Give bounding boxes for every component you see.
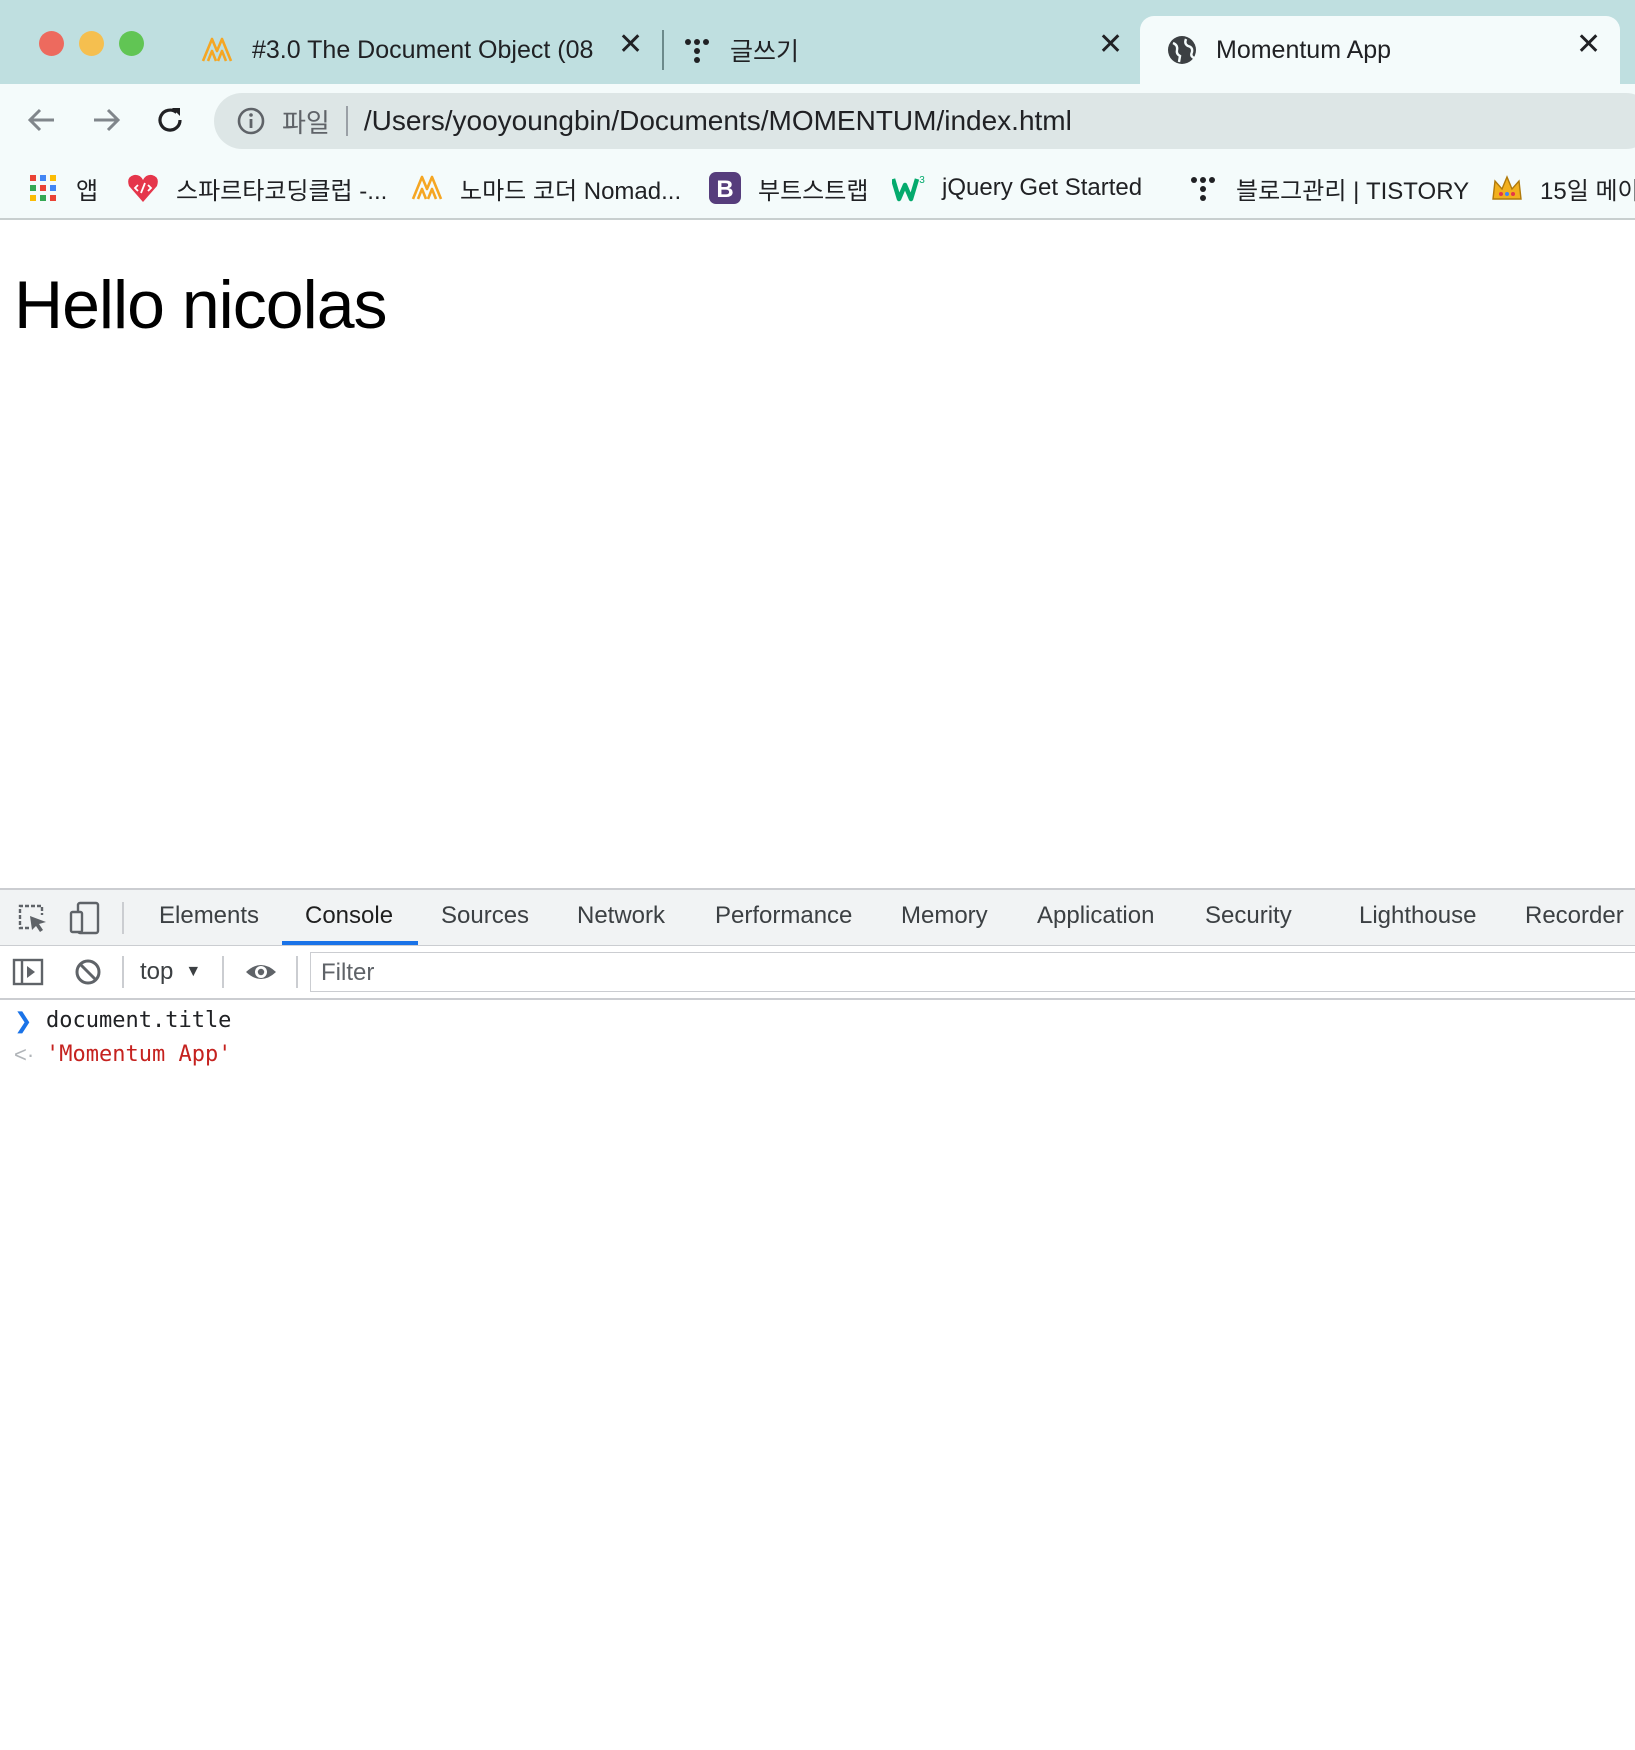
console-filter-input[interactable]: Filter [310, 952, 1635, 992]
console-prompt-icon: ❯ [14, 1008, 33, 1033]
svg-text:B: B [716, 176, 733, 203]
context-selector[interactable]: top ▼ [140, 956, 201, 988]
bootstrap-icon: B [708, 171, 742, 205]
w3schools-icon: 3 [892, 171, 926, 205]
tab-momentum-app[interactable]: Momentum App ✕ [1140, 16, 1620, 84]
toolbar-divider [122, 902, 124, 934]
inspect-element-icon[interactable] [16, 902, 48, 934]
tab-close-icon[interactable]: ✕ [1098, 30, 1123, 60]
window-minimize-button[interactable] [79, 31, 104, 56]
bookmark-label: 앱 [76, 177, 99, 205]
tistory-dots-icon [1186, 171, 1220, 205]
tab-close-icon[interactable]: ✕ [1576, 30, 1601, 60]
console-output-line: 'Momentum App' [46, 1042, 232, 1067]
devtools-tab-bar: Elements Console Sources Network Perform… [0, 890, 1635, 946]
bookmark-bootstrap[interactable]: B 부트스트랩 [708, 168, 868, 208]
bookmark-apps[interactable]: 앱 [26, 168, 98, 208]
bookmark-label: 노마드 코더 Nomad... [460, 177, 682, 205]
toolbar-divider [296, 956, 298, 988]
tab-write[interactable]: 글쓰기 ✕ [680, 16, 1130, 84]
bookmarks-bar: 앱 스파르타코딩클럽 -... 노마드 코더 Nomad... B 부트스트랩 … [0, 156, 1635, 220]
devtools-tab-recorder[interactable]: Recorder [1525, 902, 1624, 930]
device-toolbar-icon[interactable] [68, 900, 102, 936]
bookmark-event[interactable]: 15일 메이 [1490, 168, 1635, 208]
reload-button[interactable] [148, 98, 192, 142]
reload-icon [158, 108, 182, 132]
bookmark-label: 15일 메이 [1540, 177, 1635, 205]
arrow-right-icon [94, 108, 121, 132]
browser-toolbar: 파일 /Users/yooyoungbin/Documents/MOMENTUM… [0, 84, 1635, 156]
bookmark-label: 블로그관리 | TISTORY [1236, 177, 1470, 205]
tab-title: #3.0 The Document Object (08 [252, 35, 594, 64]
forward-button[interactable] [84, 98, 128, 142]
tab-title: 글쓰기 [730, 38, 800, 66]
tab-title: Momentum App [1216, 35, 1392, 64]
devtools-tab-sources[interactable]: Sources [441, 902, 529, 930]
svg-text:3: 3 [919, 175, 925, 186]
console-result-icon: <· [14, 1042, 35, 1067]
window-zoom-button[interactable] [119, 31, 144, 56]
tistory-dots-icon [680, 33, 714, 67]
console-toolbar: top ▼ Filter [0, 946, 1635, 1000]
tab-close-icon[interactable]: ✕ [618, 30, 643, 60]
devtools-tab-elements[interactable]: Elements [159, 902, 259, 930]
nomad-logo-icon [200, 33, 234, 67]
console-input-line[interactable]: document.title [46, 1008, 231, 1033]
info-icon[interactable] [236, 106, 266, 136]
devtools-tab-security[interactable]: Security [1205, 902, 1292, 930]
apps-grid-icon [26, 171, 60, 205]
url-text[interactable]: /Users/yooyoungbin/Documents/MOMENTUM/in… [364, 105, 1072, 137]
context-selector-value: top [140, 958, 174, 985]
toolbar-divider [122, 956, 124, 988]
sidebar-toggle-icon[interactable] [12, 956, 44, 988]
crown-icon [1490, 171, 1524, 205]
page-viewport: Hello nicolas [0, 220, 1635, 888]
page-heading: Hello nicolas [14, 267, 388, 343]
filter-placeholder: Filter [321, 959, 375, 986]
bookmark-jquery[interactable]: 3 jQuery Get Started [892, 168, 1142, 208]
bookmark-tistory[interactable]: 블로그관리 | TISTORY [1186, 168, 1469, 208]
tab-document-object[interactable]: #3.0 The Document Object (08 ✕ [200, 16, 650, 84]
devtools-panel: Elements Console Sources Network Perform… [0, 888, 1635, 1750]
devtools-tab-performance[interactable]: Performance [715, 902, 852, 930]
bookmark-nomad[interactable]: 노마드 코더 Nomad... [410, 168, 681, 208]
bookmark-label: 부트스트랩 [758, 177, 869, 205]
bookmark-sparta[interactable]: 스파르타코딩클럽 -... [126, 168, 387, 208]
globe-icon [1166, 34, 1198, 66]
bookmark-label: jQuery Get Started [942, 174, 1143, 201]
active-tab-indicator [282, 941, 418, 945]
tab-divider [662, 30, 664, 70]
devtools-tab-memory[interactable]: Memory [901, 902, 988, 930]
devtools-tab-console[interactable]: Console [305, 902, 393, 930]
bookmark-label: 스파르타코딩클럽 -... [176, 177, 388, 205]
eye-icon[interactable] [244, 956, 278, 988]
back-button[interactable] [20, 98, 64, 142]
tab-strip: #3.0 The Document Object (08 ✕ 글쓰기 ✕ Mom… [0, 0, 1635, 84]
arrow-left-icon [27, 108, 54, 132]
toolbar-divider [222, 956, 224, 988]
address-bar[interactable]: 파일 /Users/yooyoungbin/Documents/MOMENTUM… [214, 93, 1635, 149]
devtools-tab-network[interactable]: Network [577, 902, 665, 930]
security-chip-label[interactable]: 파일 [282, 103, 330, 140]
devtools-tab-lighthouse[interactable]: Lighthouse [1359, 902, 1476, 930]
address-divider [345, 106, 348, 136]
window-close-button[interactable] [39, 31, 64, 56]
sparta-heart-icon [126, 171, 160, 205]
devtools-tab-application[interactable]: Application [1037, 902, 1154, 930]
caret-down-icon: ▼ [185, 963, 202, 980]
clear-console-icon[interactable] [72, 956, 104, 988]
nomad-logo-icon [410, 171, 444, 205]
